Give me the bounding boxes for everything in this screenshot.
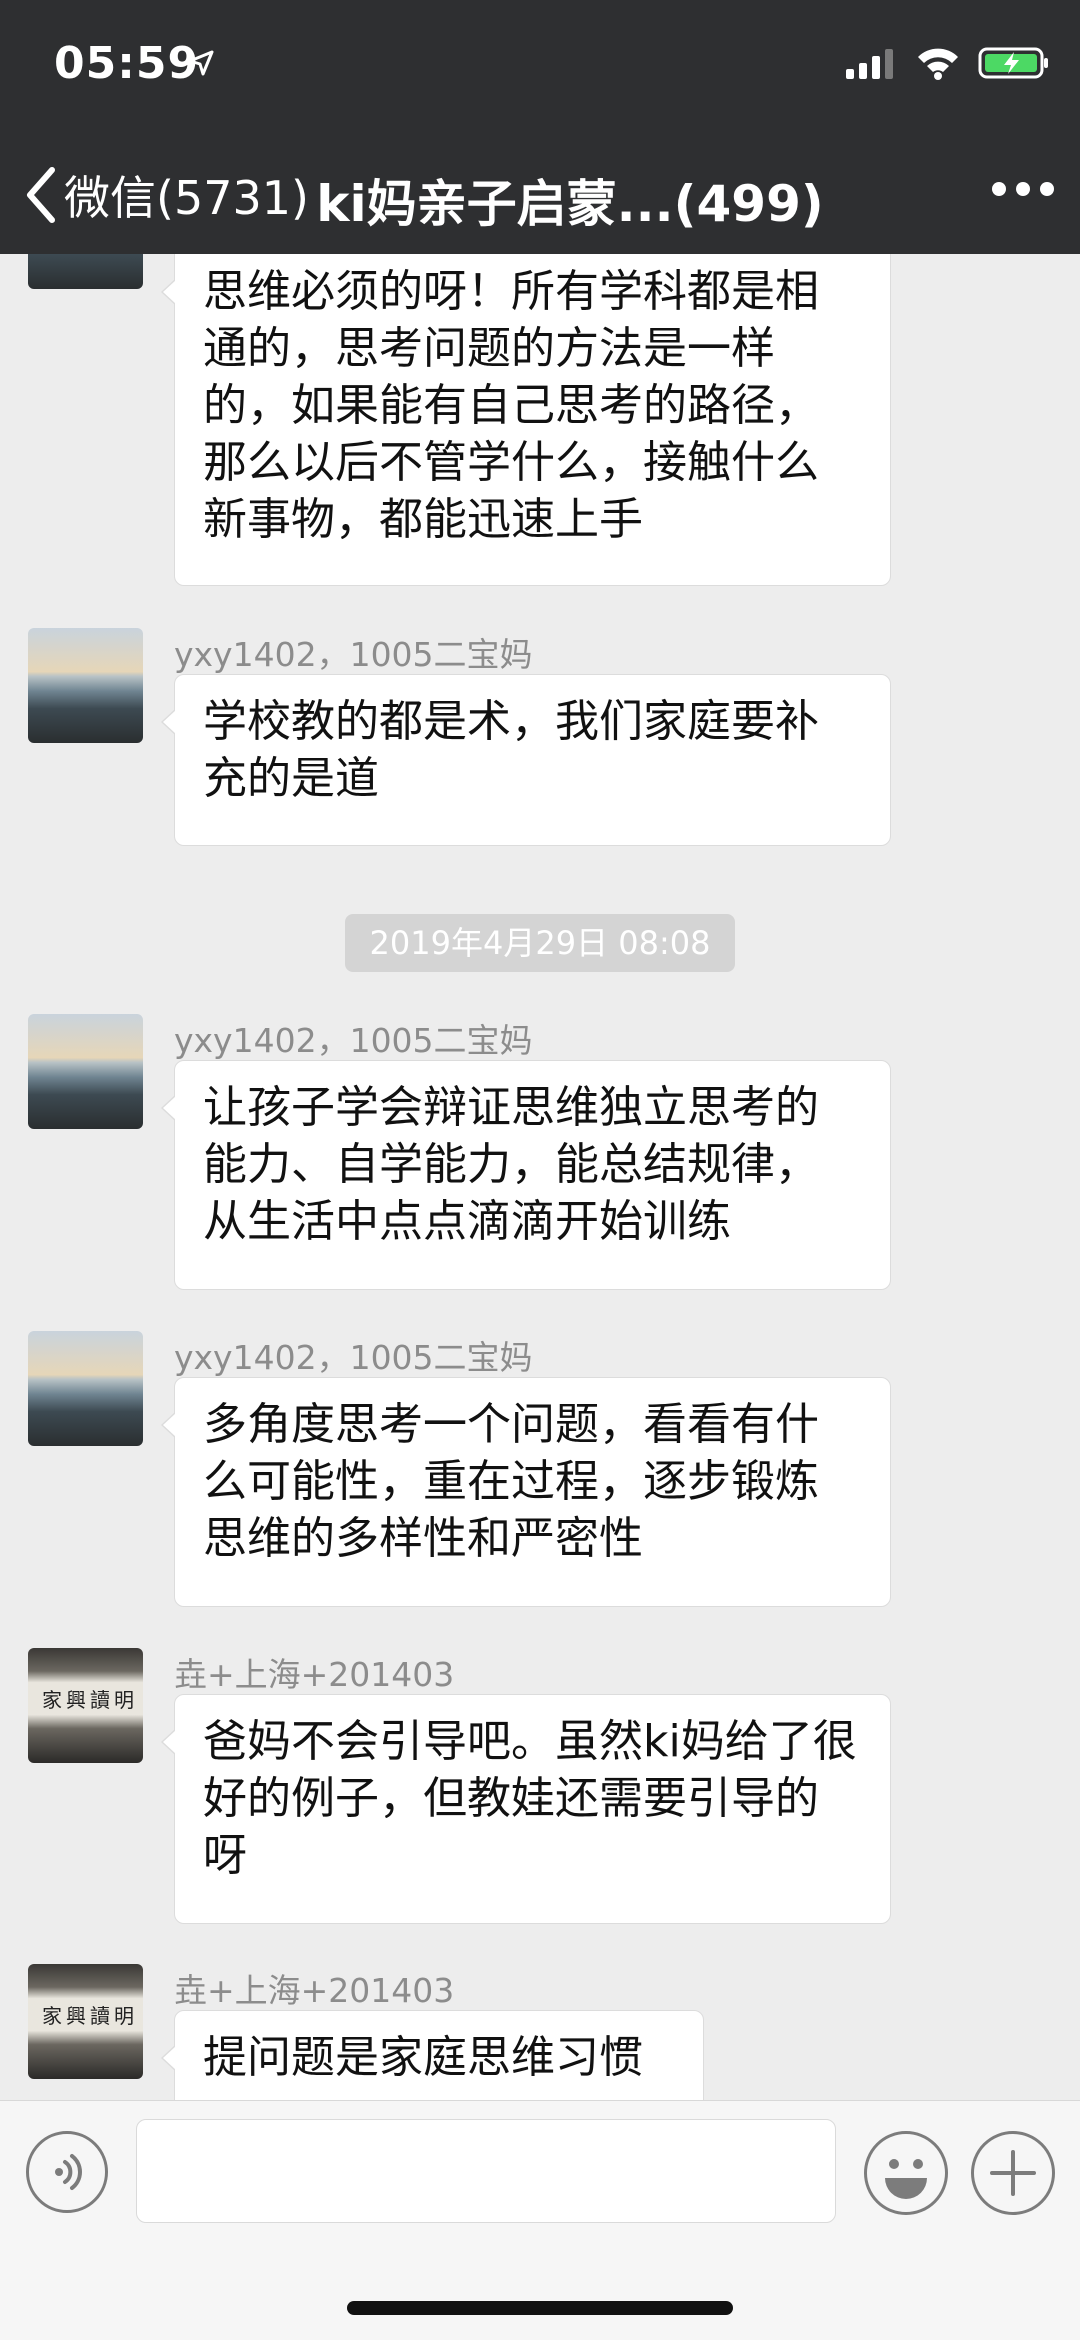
avatar[interactable]: [28, 1014, 143, 1129]
plus-icon: [990, 2150, 1036, 2196]
emoji-button[interactable]: [864, 2131, 948, 2215]
sender-name: 垚+上海+201403: [174, 1971, 455, 2010]
avatar[interactable]: [28, 628, 143, 743]
chat-title: ki妈亲子启蒙...(499): [316, 175, 824, 233]
status-icons: [846, 46, 1050, 80]
avatar[interactable]: [28, 254, 143, 289]
plus-button[interactable]: [971, 2131, 1055, 2215]
sender-name: yxy1402，1005二宝妈: [174, 1338, 533, 1377]
status-bar: 05:59: [0, 0, 1080, 140]
more-dot: [1040, 182, 1054, 196]
message-bubble[interactable]: 提问题是家庭思维习惯: [161, 2010, 704, 2100]
input-bar: [0, 2100, 1080, 2340]
status-time: 05:59: [54, 38, 200, 89]
avatar-sign-text: 家興讀明: [42, 2004, 138, 2028]
sender-name: 垚+上海+201403: [174, 1655, 455, 1694]
wifi-icon: [918, 48, 958, 80]
timestamp: 2019年4月29日 08:08: [345, 914, 735, 972]
message-bubble[interactable]: 学校教的都是术，我们家庭要补充的是道: [161, 674, 891, 846]
more-button[interactable]: [992, 182, 1054, 196]
chat-area[interactable]: 思维必须的呀！所有学科都是相通的，思考问题的方法是一样的，如果能有自己思考的路径…: [0, 254, 1080, 2100]
avatar[interactable]: 家興讀明: [28, 1648, 143, 1763]
nav-bar: 微信(5731) ki妈亲子启蒙...(499): [0, 140, 1080, 254]
voice-button[interactable]: [26, 2131, 108, 2213]
signal-icon: [846, 49, 893, 79]
more-dot: [1016, 182, 1030, 196]
battery-icon: [978, 47, 1048, 79]
message-input[interactable]: [136, 2119, 836, 2223]
location-arrow-icon: [188, 50, 214, 76]
avatar[interactable]: 家興讀明: [28, 1964, 143, 2079]
message-bubble[interactable]: 多角度思考一个问题，看看有什么可能性，重在过程，逐步锻炼思维的多样性和严密性: [161, 1377, 891, 1607]
avatar[interactable]: [28, 1331, 143, 1446]
avatar-sign-text: 家興讀明: [42, 1688, 138, 1712]
sender-name: yxy1402，1005二宝妈: [174, 1021, 533, 1060]
emoji-icon: [885, 2159, 927, 2199]
message-bubble[interactable]: 爸妈不会引导吧。虽然ki妈给了很好的例子，但教娃还需要引导的呀: [161, 1694, 891, 1924]
voice-icon: [55, 2154, 82, 2190]
home-indicator[interactable]: [347, 2301, 733, 2315]
more-dot: [992, 182, 1006, 196]
sender-name: yxy1402，1005二宝妈: [174, 635, 533, 674]
message-bubble[interactable]: 思维必须的呀！所有学科都是相通的，思考问题的方法是一样的，如果能有自己思考的路径…: [161, 254, 891, 586]
message-bubble[interactable]: 让孩子学会辩证思维独立思考的能力、自学能力，能总结规律，从生活中点点滴滴开始训练: [161, 1060, 891, 1290]
